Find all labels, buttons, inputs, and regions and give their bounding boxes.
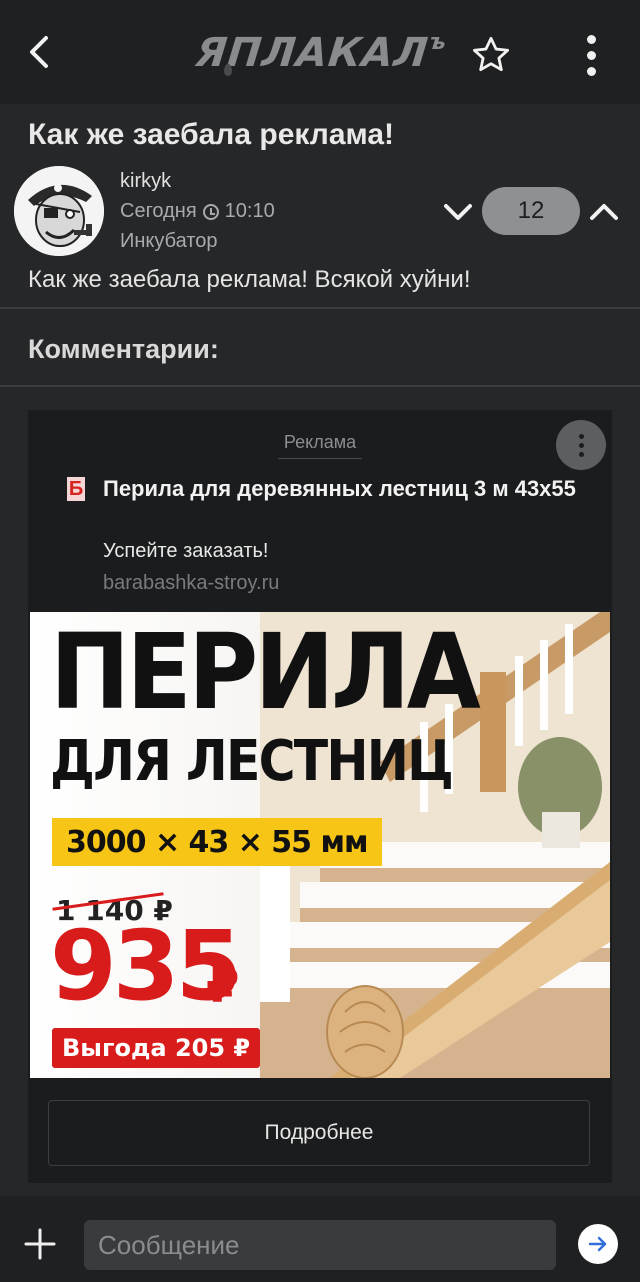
kebab-menu-button[interactable] bbox=[566, 30, 616, 80]
logo-hard-sign: ъ bbox=[428, 30, 449, 55]
favorite-button[interactable] bbox=[466, 30, 516, 80]
post-date: Сегодня 10:10 bbox=[120, 200, 275, 223]
pirate-avatar-icon bbox=[14, 166, 104, 256]
vote-down-button[interactable] bbox=[440, 196, 476, 228]
banner-size-badge: 3000 × 43 × 55 мм bbox=[52, 818, 382, 866]
clock-icon bbox=[202, 203, 219, 220]
banner-subheadline: ДЛЯ ЛЕСТНИЦ bbox=[50, 729, 454, 794]
kebab-dot bbox=[586, 66, 596, 76]
divider bbox=[0, 307, 640, 309]
rating-badge: 12 bbox=[482, 187, 580, 235]
post-title: Как же заебала реклама! bbox=[28, 118, 394, 151]
chevron-left-icon bbox=[30, 36, 48, 68]
ad-label: Реклама bbox=[283, 432, 357, 452]
logo-tear-drop bbox=[224, 64, 232, 76]
ad-more-button[interactable]: Подробнее bbox=[48, 1100, 590, 1166]
chevron-up-icon bbox=[590, 204, 618, 220]
ad-domain[interactable]: barabashka-stroy.ru bbox=[103, 572, 279, 595]
ad-card[interactable]: Реклама Б Перила для деревянных лестниц … bbox=[28, 410, 612, 1183]
post-body: Как же заебала реклама! Всякой хуйни! bbox=[28, 266, 471, 293]
post-author[interactable]: kirkyk bbox=[120, 170, 171, 193]
post-time: 10:10 bbox=[224, 200, 275, 222]
post-section[interactable]: Инкубатор bbox=[120, 230, 217, 253]
arrow-right-icon bbox=[588, 1236, 607, 1252]
top-app-bar: ЯПЛАКАЛъ bbox=[0, 0, 640, 104]
ad-label-underline bbox=[278, 458, 362, 459]
ad-favicon-icon: Б bbox=[67, 477, 85, 501]
ad-options-button[interactable] bbox=[556, 420, 606, 470]
banner-price-currency: ₽ bbox=[206, 958, 240, 1014]
send-button[interactable] bbox=[578, 1224, 618, 1264]
comments-heading: Комментарии: bbox=[28, 334, 219, 364]
ad-subtitle: Успейте заказать! bbox=[103, 540, 269, 562]
message-input[interactable] bbox=[84, 1220, 556, 1270]
vote-up-button[interactable] bbox=[586, 196, 622, 228]
avatar[interactable] bbox=[14, 166, 104, 256]
kebab-dot bbox=[586, 50, 596, 60]
message-composer bbox=[0, 1196, 640, 1282]
ad-banner-image[interactable]: ПЕРИЛА ДЛЯ ЛЕСТНИЦ 3000 × 43 × 55 мм 1 1… bbox=[30, 612, 610, 1078]
chevron-down-icon bbox=[444, 204, 472, 220]
post-date-label: Сегодня bbox=[120, 200, 197, 222]
banner-savings-badge: Выгода 205 ₽ bbox=[52, 1028, 261, 1068]
more-dot bbox=[578, 451, 584, 457]
attach-button[interactable] bbox=[22, 1226, 58, 1262]
ad-title[interactable]: Перила для деревянных лестниц 3 м 43x55 bbox=[103, 474, 593, 504]
more-vertical-icon bbox=[578, 433, 584, 439]
kebab-menu-icon bbox=[586, 34, 596, 44]
more-dot bbox=[578, 442, 584, 448]
divider bbox=[0, 385, 640, 387]
banner-headline: ПЕРИЛА bbox=[50, 612, 481, 733]
plus-icon bbox=[24, 1228, 56, 1260]
back-button[interactable] bbox=[0, 0, 80, 104]
star-outline-icon bbox=[472, 36, 510, 72]
